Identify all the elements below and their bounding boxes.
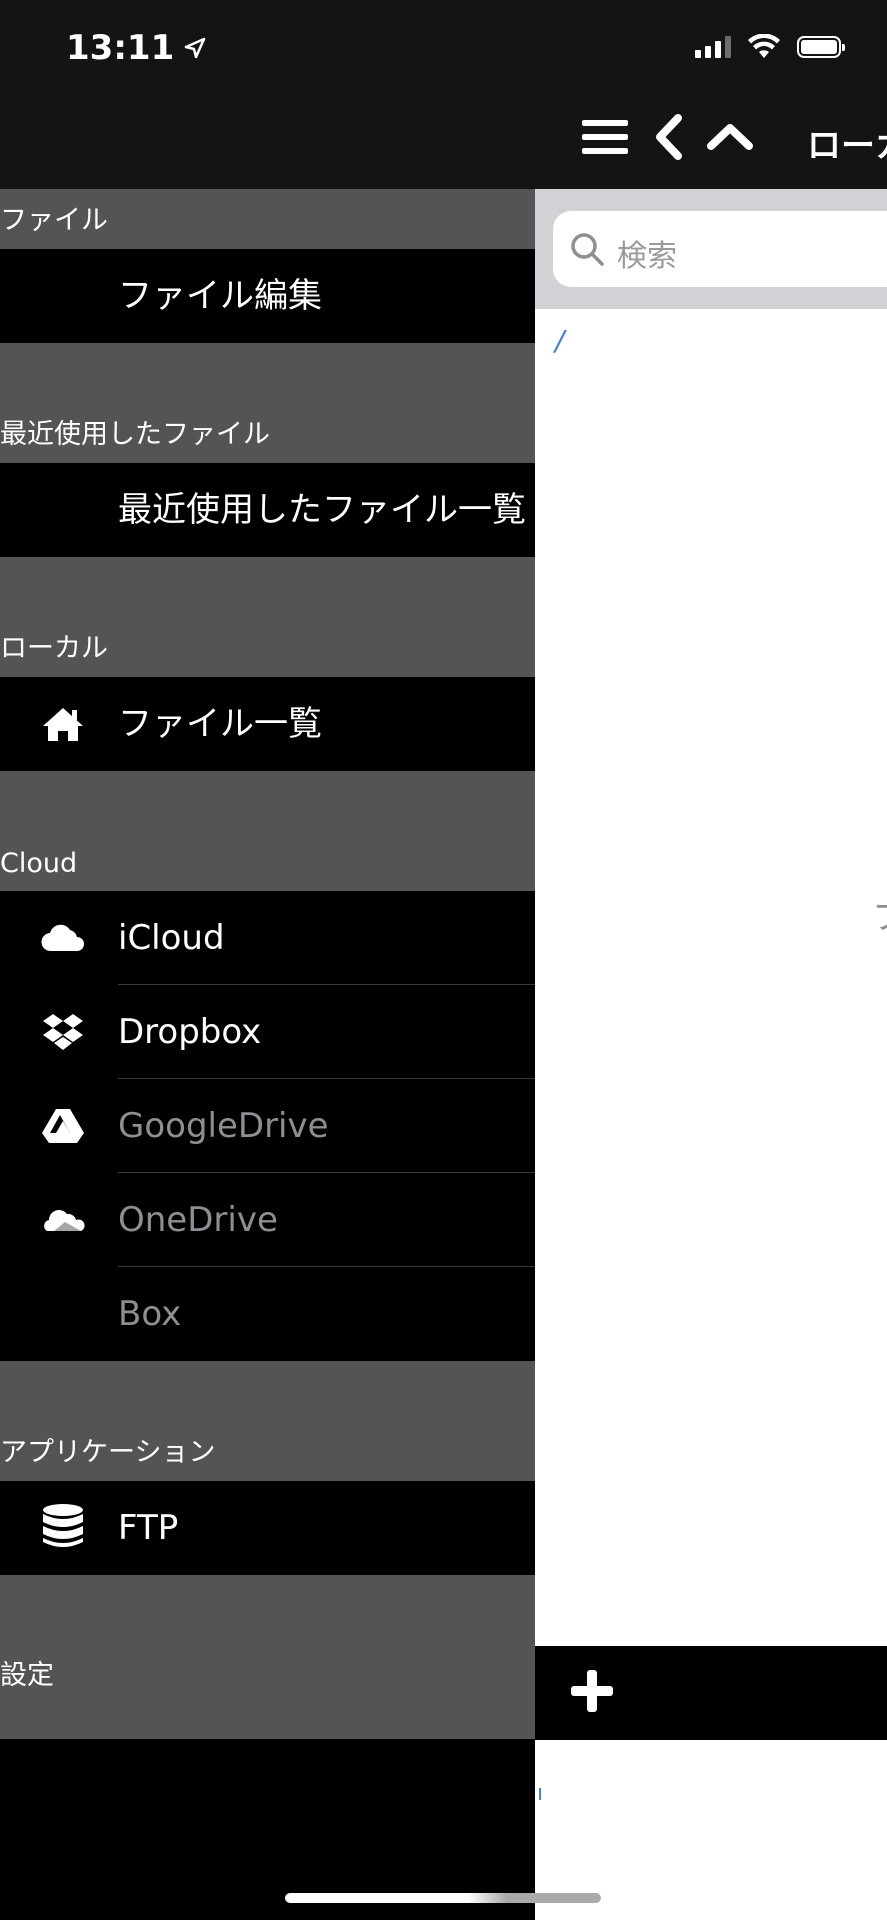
plus-icon: [571, 1670, 613, 1712]
menu-item-label: FTP: [118, 1508, 179, 1548]
section-header-applications: アプリケーション: [0, 1361, 535, 1481]
section-header-label: ファイル: [0, 205, 108, 236]
main-navigation-bar: ローカ: [535, 0, 887, 189]
status-bar: 13:11: [0, 0, 535, 189]
section-header-file: ファイル: [0, 189, 535, 249]
wifi-icon: [748, 34, 780, 58]
search-input[interactable]: 検索: [553, 211, 887, 287]
menu-item-recent-files[interactable]: 最近使用したファイル一覧: [0, 463, 535, 557]
clock-text: 13:11: [66, 28, 175, 68]
app-screen: ローカ 検索 / フ: [0, 0, 887, 1920]
menu-item-label: Box: [118, 1294, 182, 1334]
section-header-local: ローカル: [0, 557, 535, 677]
menu-item-box[interactable]: Box: [0, 1267, 535, 1361]
side-drawer: 13:11 ファイル ファイル編集 最近使用したファイル 最近使用したファイル一…: [0, 0, 535, 1920]
main-pane: ローカ 検索 / フ: [535, 0, 887, 1920]
status-time: 13:11: [66, 28, 206, 68]
google-drive-icon: [40, 1106, 86, 1146]
section-header-label: アプリケーション: [0, 1437, 216, 1468]
hamburger-icon: [582, 120, 628, 154]
menu-item-label: iCloud: [118, 918, 225, 958]
menu-item-label: ファイル編集: [118, 276, 322, 316]
parent-folder-button[interactable]: [705, 112, 755, 162]
cloud-icon: [40, 918, 86, 958]
section-header-recent: 最近使用したファイル: [0, 343, 535, 463]
chevron-up-icon: [707, 124, 753, 150]
status-icons: [695, 34, 845, 60]
page-title: ローカ: [807, 126, 887, 166]
section-header-label: 最近使用したファイル: [0, 419, 270, 450]
menu-item-label: GoogleDrive: [118, 1106, 329, 1146]
home-indicator[interactable]: [285, 1893, 601, 1903]
menu-item-label: ファイル一覧: [118, 704, 322, 744]
section-header-cloud: Cloud: [0, 771, 535, 891]
bottom-toolbar: [535, 1646, 887, 1740]
add-button[interactable]: [569, 1668, 619, 1718]
search-icon: [569, 231, 605, 271]
menu-item-label: 最近使用したファイル一覧: [118, 490, 526, 530]
menu-item-file-edit[interactable]: ファイル編集: [0, 249, 535, 343]
location-arrow-icon: [184, 37, 206, 59]
back-button[interactable]: [644, 112, 694, 162]
menu-item-googledrive[interactable]: GoogleDrive: [0, 1079, 535, 1173]
empty-folder-message: フ: [872, 890, 887, 939]
chevron-left-icon: [656, 114, 682, 160]
search-placeholder: 検索: [617, 239, 677, 274]
search-bar: 検索: [535, 189, 887, 309]
section-header-settings[interactable]: 設定: [0, 1575, 535, 1739]
menu-item-dropbox[interactable]: Dropbox: [0, 985, 535, 1079]
menu-item-label: Dropbox: [118, 1012, 262, 1052]
menu-item-label: OneDrive: [118, 1200, 278, 1240]
menu-item-onedrive[interactable]: OneDrive: [0, 1173, 535, 1267]
section-header-label: ローカル: [0, 633, 108, 664]
cellular-signal-icon: [695, 36, 731, 58]
section-header-label: 設定: [0, 1660, 54, 1691]
battery-icon: [797, 36, 845, 58]
scroll-indicator: [539, 1788, 541, 1800]
onedrive-icon: [40, 1200, 86, 1240]
home-icon: [40, 704, 86, 744]
menu-button[interactable]: [580, 112, 630, 162]
database-icon: [40, 1504, 86, 1548]
menu-item-file-list[interactable]: ファイル一覧: [0, 677, 535, 771]
menu-item-ftp[interactable]: FTP: [0, 1481, 535, 1575]
dropbox-icon: [40, 1012, 86, 1052]
menu-item-icloud[interactable]: iCloud: [0, 891, 535, 985]
section-header-label: Cloud: [0, 848, 78, 879]
current-path-link[interactable]: /: [555, 324, 564, 357]
